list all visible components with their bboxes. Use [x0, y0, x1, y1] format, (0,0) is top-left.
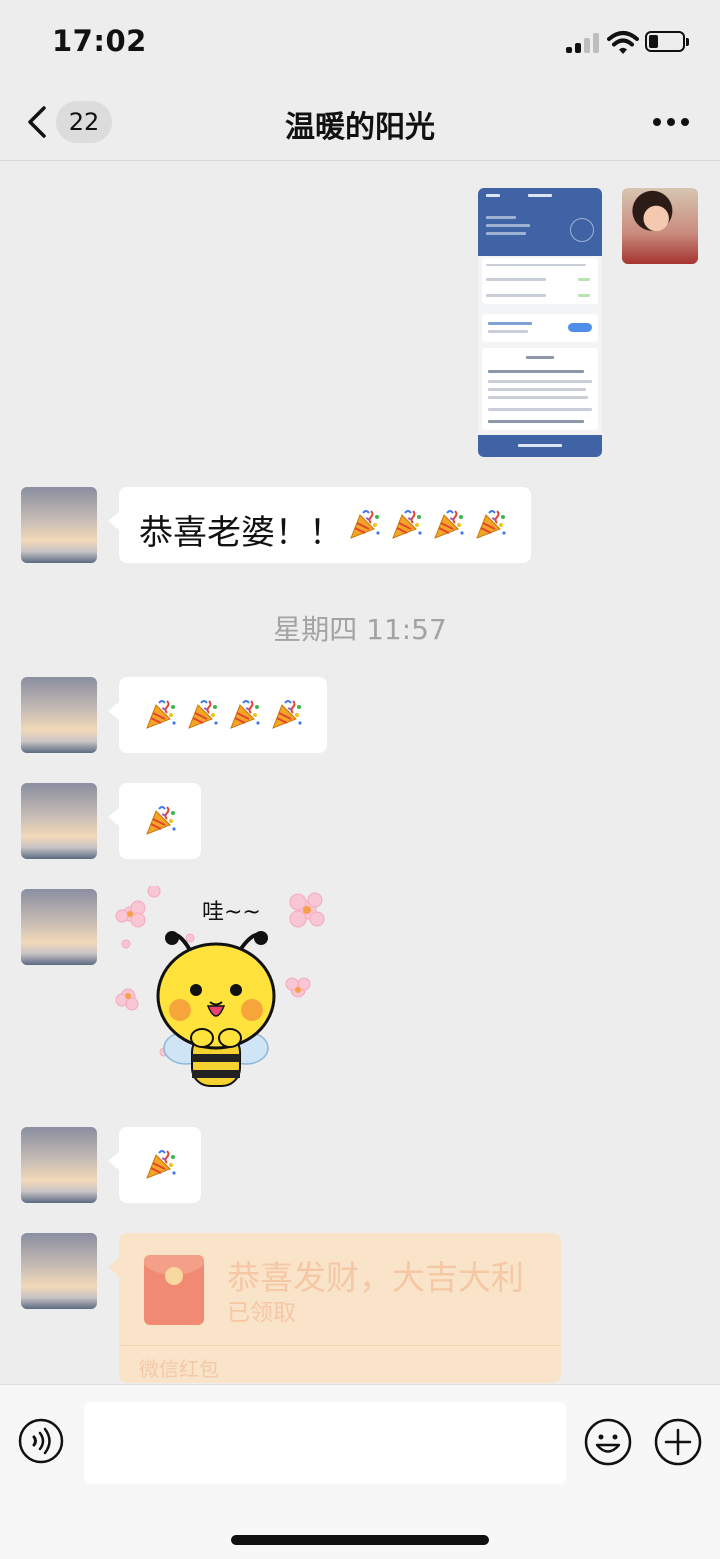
contact-avatar[interactable] [21, 783, 97, 859]
party-popper-icon [146, 806, 177, 835]
red-packet-card[interactable]: 恭喜发财，大吉大利 已领取 微信红包 [108, 1233, 561, 1383]
message-text: 恭喜老婆！！ [139, 513, 343, 553]
red-packet-footer: 微信红包 [139, 1357, 219, 1381]
chat-input-bar [0, 1384, 720, 1559]
emoji-message-bubble[interactable] [108, 1127, 201, 1203]
message-timestamp: 星期四 11:57 [273, 613, 447, 646]
status-time: 17:02 [52, 24, 147, 58]
shared-screenshot-image[interactable] [478, 188, 602, 457]
party-popper-icon [350, 510, 381, 539]
party-popper-icon [434, 510, 465, 539]
party-popper-icon [230, 700, 261, 729]
party-popper-icon [146, 700, 177, 729]
contact-avatar[interactable] [21, 1233, 97, 1309]
wifi-icon [607, 31, 639, 54]
party-popper-icon [476, 510, 507, 539]
voice-input-icon[interactable] [18, 1418, 64, 1464]
home-indicator[interactable] [231, 1535, 489, 1545]
emoji-message-bubble[interactable] [108, 677, 327, 753]
battery-icon [645, 31, 689, 52]
chat-title: 温暖的阳光 [285, 110, 435, 145]
message-bubble[interactable]: 恭喜老婆！！ [108, 487, 531, 563]
red-packet-icon [144, 1255, 204, 1325]
contact-avatar[interactable] [21, 1127, 97, 1203]
cellular-signal-icon [566, 33, 602, 53]
emoji-message-bubble[interactable] [108, 783, 201, 859]
red-packet-status: 已领取 [227, 1300, 296, 1326]
party-popper-icon [188, 700, 219, 729]
party-popper-icon [392, 510, 423, 539]
contact-avatar[interactable] [21, 677, 97, 753]
bee-sticker[interactable]: 哇~~ [112, 884, 328, 1092]
party-popper-icon [146, 1150, 177, 1179]
contact-avatar[interactable] [21, 889, 97, 965]
message-input[interactable] [84, 1402, 566, 1484]
status-bar: 17:02 [0, 0, 720, 90]
chat-header: 22 温暖的阳光 [0, 88, 720, 161]
emoji-icon[interactable] [584, 1418, 632, 1466]
add-attachment-icon[interactable] [654, 1418, 702, 1466]
my-avatar[interactable] [622, 188, 698, 264]
contact-avatar[interactable] [21, 487, 97, 563]
sticker-caption: 哇~~ [202, 900, 261, 925]
party-popper-icon [272, 700, 303, 729]
red-packet-title: 恭喜发财，大吉大利 [227, 1258, 524, 1297]
more-options-icon[interactable] [653, 118, 689, 128]
bee-sticker-image: 哇~~ [115, 884, 325, 1087]
